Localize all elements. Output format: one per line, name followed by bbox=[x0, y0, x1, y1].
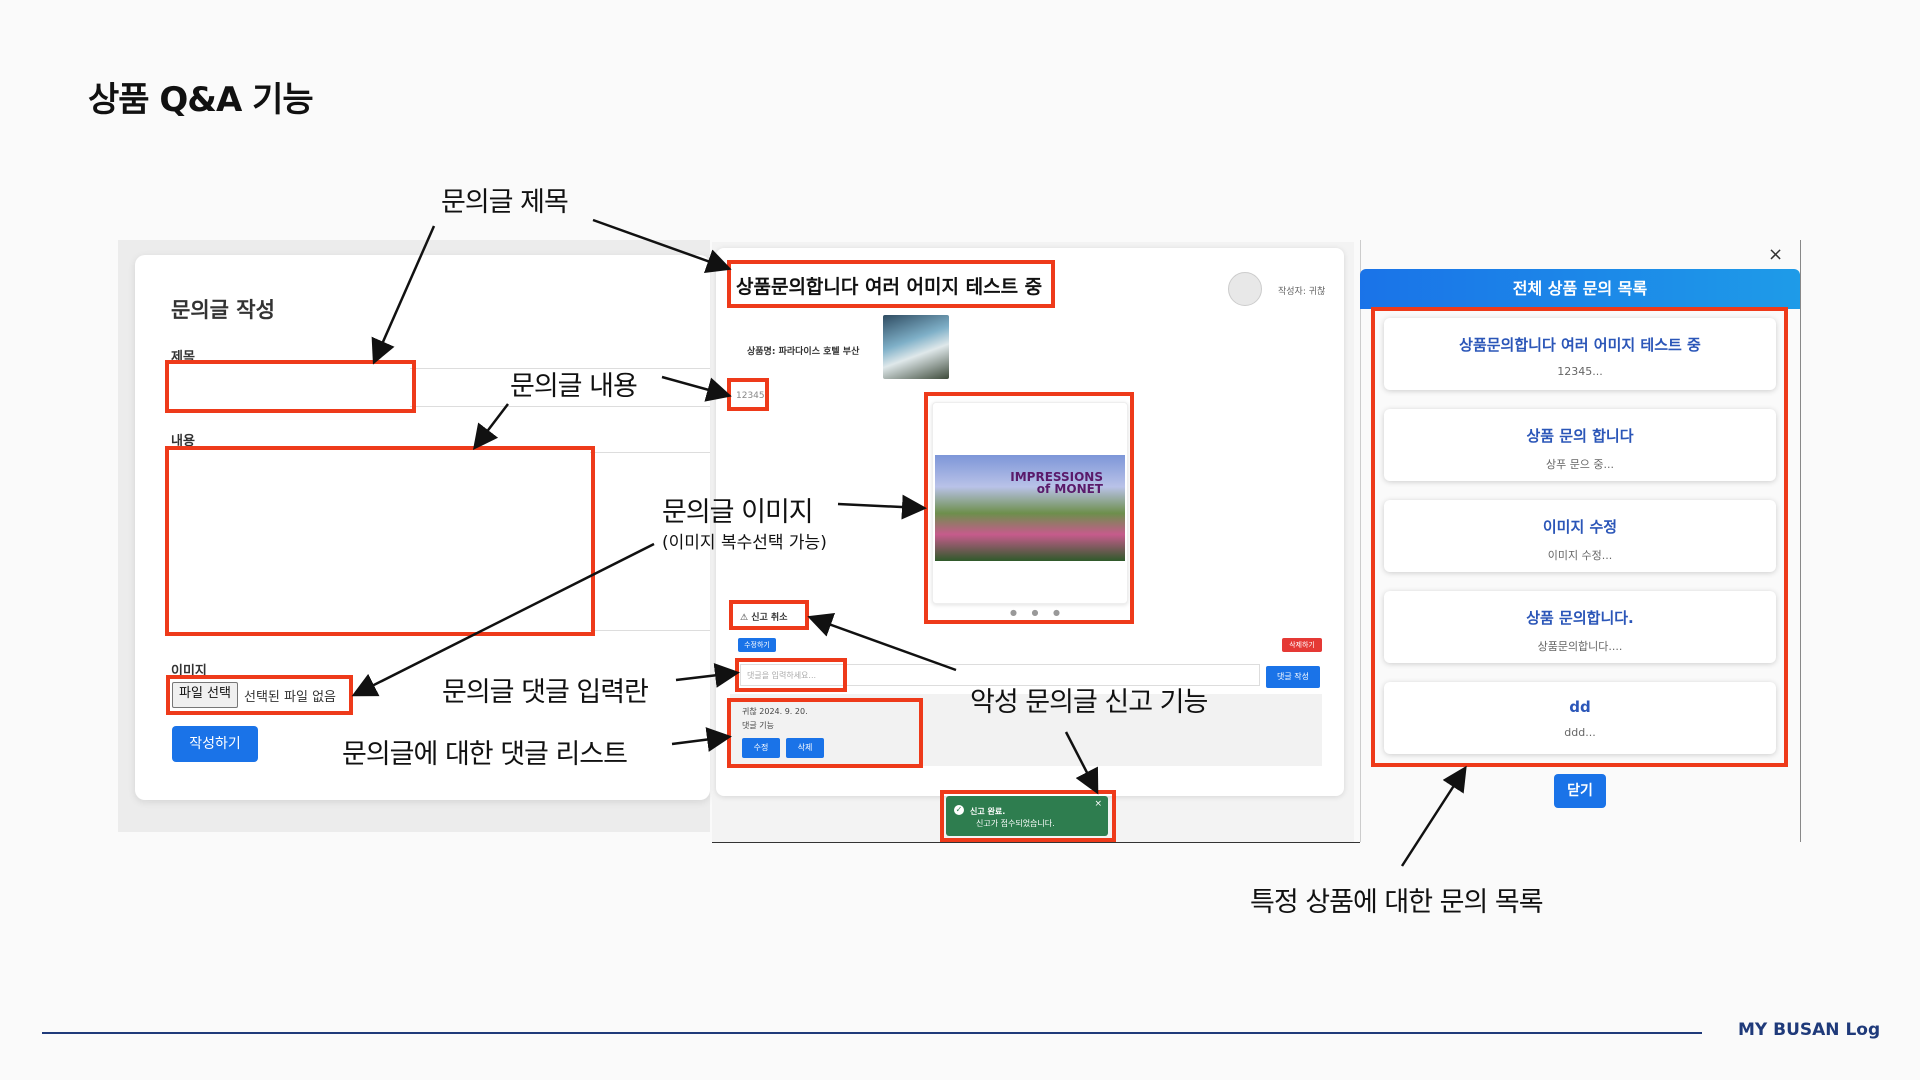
footer-divider bbox=[42, 1032, 1702, 1034]
arrow-image-form bbox=[351, 542, 655, 697]
arrow-toast bbox=[1064, 731, 1099, 795]
arrow-comment-list bbox=[671, 727, 732, 752]
arrow-content-detail bbox=[661, 375, 732, 402]
arrow-image-detail bbox=[837, 494, 927, 520]
arrow-comment-input bbox=[675, 662, 740, 688]
arrow-title-detail bbox=[592, 218, 732, 274]
annotation-arrows bbox=[351, 218, 1467, 867]
footer-brand: MY BUSAN Log bbox=[1738, 1020, 1881, 1040]
arrow-report-button bbox=[807, 613, 957, 672]
arrow-question-list bbox=[1400, 765, 1467, 867]
arrow-title-form bbox=[371, 225, 436, 365]
arrow-content-form bbox=[472, 403, 509, 450]
